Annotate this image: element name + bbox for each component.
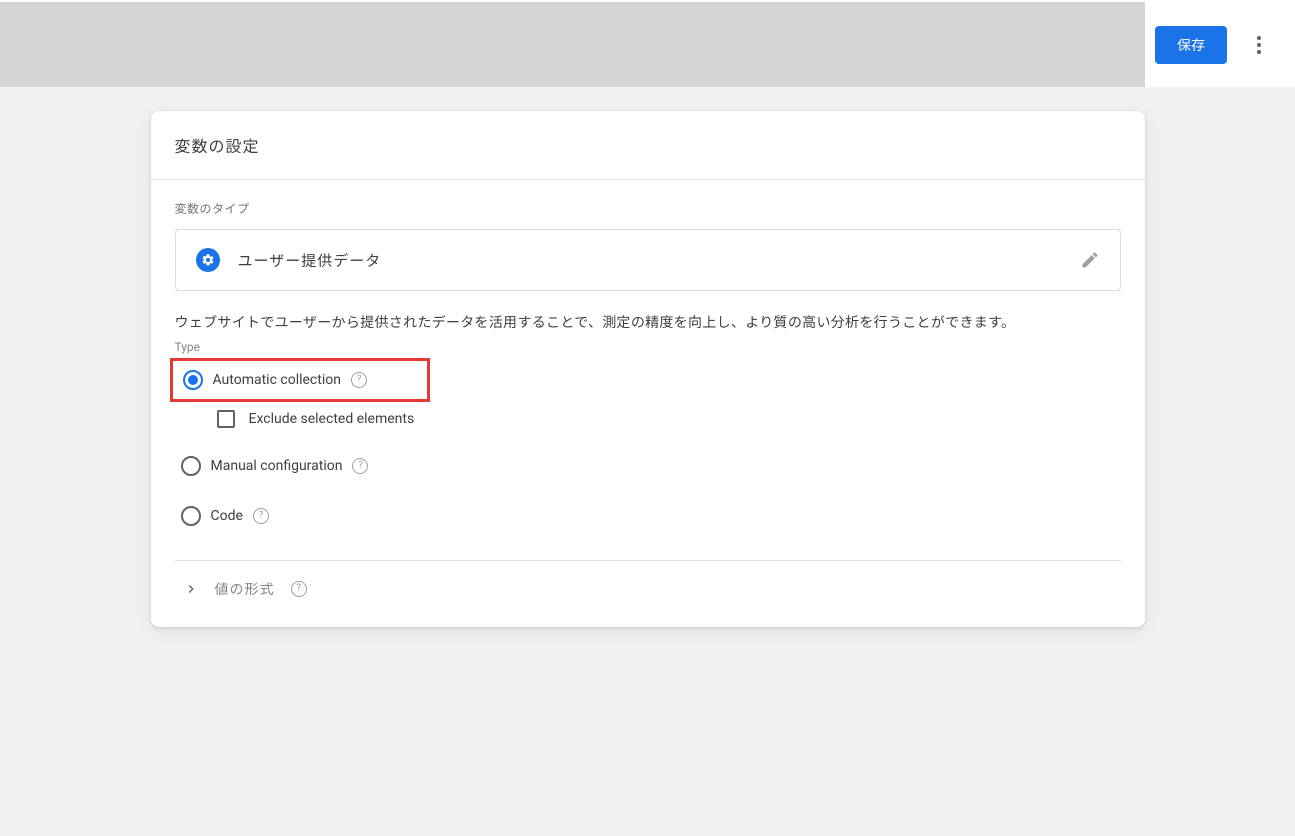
variable-settings-card: 変数の設定 変数のタイプ ユーザー提供データ ウェブサイトでユーザーから提供され… [151, 111, 1145, 627]
value-format-label: 値の形式 [215, 579, 275, 599]
help-icon[interactable]: ? [253, 508, 269, 524]
chevron-right-icon [183, 581, 199, 597]
variable-type-selector[interactable]: ユーザー提供データ [175, 229, 1121, 291]
card-title: 変数の設定 [151, 111, 1145, 180]
radio-manual-configuration[interactable]: Manual configuration ? [175, 448, 1121, 484]
help-icon[interactable]: ? [352, 458, 368, 474]
save-button[interactable]: 保存 [1155, 26, 1227, 64]
card-body: 変数のタイプ ユーザー提供データ ウェブサイトでユーザーから提供されたデータを活… [151, 180, 1145, 627]
radio-manual-label: Manual configuration [211, 458, 343, 474]
variable-type-name: ユーザー提供データ [238, 250, 1062, 271]
checkbox-unchecked-icon[interactable] [217, 410, 235, 428]
exclude-elements-checkbox-row[interactable]: Exclude selected elements [175, 404, 1121, 438]
header-actions: 保存 [1145, 2, 1295, 87]
gear-icon [196, 248, 220, 272]
help-icon[interactable]: ? [291, 581, 307, 597]
radio-code-label: Code [211, 508, 243, 524]
radio-automatic-label: Automatic collection [213, 372, 341, 388]
more-menu-icon[interactable] [1247, 33, 1271, 57]
radio-code[interactable]: Code ? [175, 498, 1121, 534]
radio-unchecked-icon[interactable] [181, 506, 201, 526]
page-header: 保存 [0, 2, 1295, 87]
radio-unchecked-icon[interactable] [181, 456, 201, 476]
radio-automatic-collection[interactable]: Automatic collection ? [175, 367, 367, 393]
radio-checked-icon[interactable] [183, 370, 203, 390]
description-text: ウェブサイトでユーザーから提供されたデータを活用することで、測定の精度を向上し、… [175, 313, 1121, 334]
content-area: 変数の設定 変数のタイプ ユーザー提供データ ウェブサイトでユーザーから提供され… [0, 87, 1295, 627]
radio-list: Manual configuration ? Code ? [175, 438, 1121, 546]
variable-type-label: 変数のタイプ [175, 200, 1121, 217]
edit-icon[interactable] [1080, 250, 1100, 270]
value-format-collapsed-row[interactable]: 値の形式 ? [175, 561, 1121, 619]
highlighted-radio-annotation: Automatic collection ? [170, 358, 430, 402]
help-icon[interactable]: ? [351, 372, 367, 388]
exclude-elements-label: Exclude selected elements [249, 411, 415, 427]
type-label: Type [175, 340, 1121, 354]
